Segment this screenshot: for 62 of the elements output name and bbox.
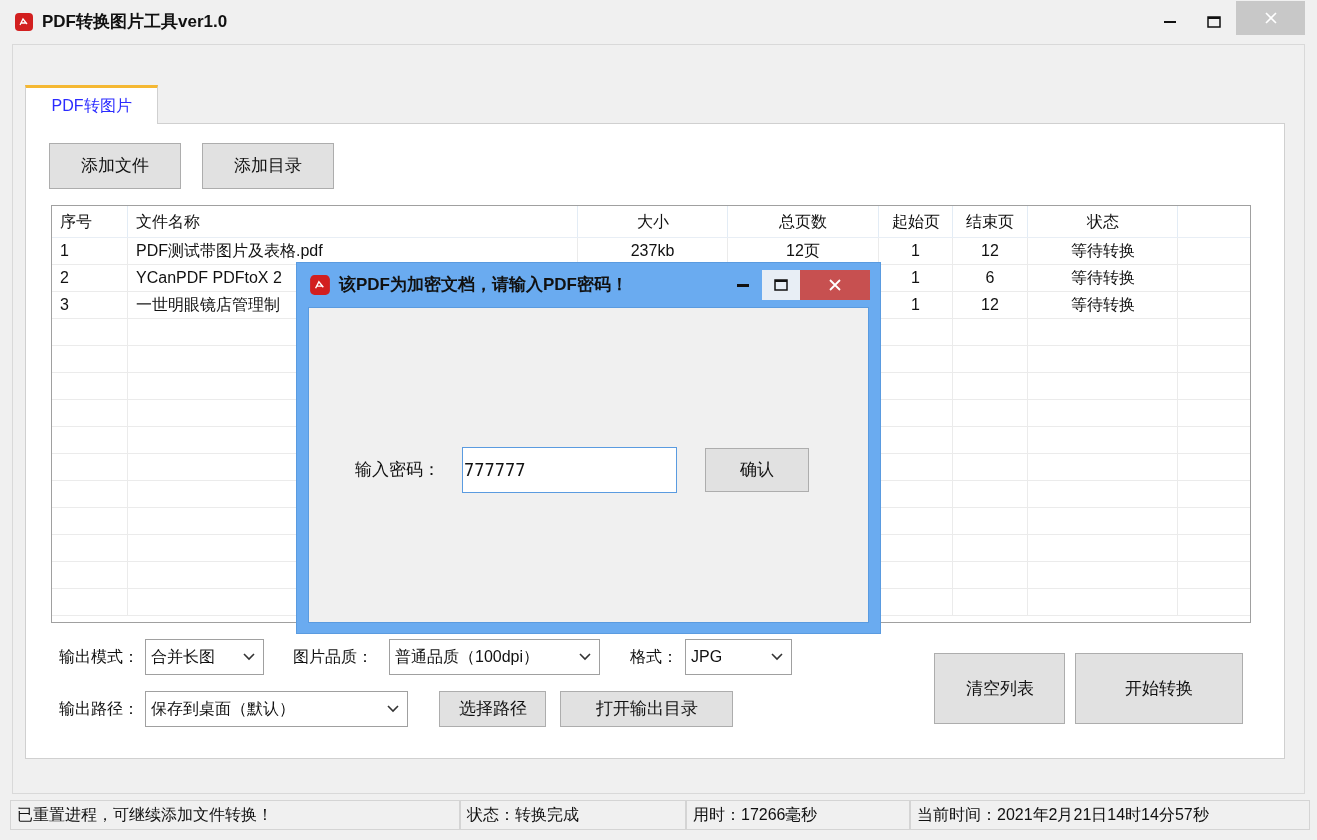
table-cell-text: 等待转换 (1070, 241, 1135, 261)
table-cell-text: 1 (911, 241, 920, 261)
maximize-button[interactable] (762, 270, 800, 300)
field-label: 输入密码： (355, 459, 441, 482)
table-cell-text: 237kb (630, 241, 675, 261)
window-title: PDF转换图片工具ver1.0 (42, 11, 228, 34)
column-header[interactable]: 起始页 (891, 209, 940, 234)
dialog-title: 该PDF为加密文档，请输入PDF密码！ (339, 274, 628, 297)
confirm-button[interactable]: 确认 (705, 448, 809, 492)
close-icon (1264, 12, 1277, 24)
table-cell-text: 1 (911, 268, 920, 288)
table-cell-text: 1 (911, 295, 920, 315)
column-header[interactable]: 大小 (636, 209, 669, 234)
field-label: 图片品质： (293, 647, 374, 667)
caret-icon (387, 705, 399, 713)
status-bar-section: 用时：17266毫秒 (686, 800, 910, 830)
maximize-icon (1207, 16, 1221, 28)
pdf-icon (309, 274, 331, 296)
table-cell-text: PDF测试带图片及表格.pdf (136, 241, 323, 261)
table-cell-text: 1 (60, 241, 69, 261)
column-header[interactable]: 状态 (1086, 209, 1119, 234)
password-field[interactable]: 777777 (462, 447, 677, 493)
table-cell-text: 6 (985, 268, 995, 288)
dropdown[interactable]: 合并长图 (145, 639, 264, 675)
table-cell-text: 12页 (786, 241, 820, 261)
table-cell-text: 12 (981, 241, 999, 261)
status-bar-section: 当前时间：2021年2月21日14时14分57秒 (910, 800, 1310, 830)
column-header[interactable]: 文件名称 (136, 209, 200, 234)
toolbar-button[interactable]: 添加目录 (202, 143, 334, 189)
dropdown[interactable]: JPG (685, 639, 792, 675)
field-label: 输出路径： (58, 699, 140, 719)
dropdown[interactable]: 保存到桌面（默认） (145, 691, 408, 727)
table-cell-text: 12 (981, 295, 999, 315)
table-cell-text: YCanPDF PDFtoX 2 (136, 268, 282, 288)
column-header[interactable]: 总页数 (779, 209, 827, 234)
pdf-icon (14, 12, 34, 32)
choose-path-button[interactable]: 选择路径 (439, 691, 546, 727)
table-cell-text: 等待转换 (1070, 268, 1135, 288)
table-cell-text: 等待转换 (1070, 295, 1135, 315)
toolbar-button[interactable]: 添加文件 (49, 143, 181, 189)
minimize-icon (737, 283, 749, 287)
field-label: 输出模式： (58, 647, 140, 667)
caret-icon (771, 653, 783, 661)
column-header[interactable]: 序号 (60, 209, 92, 234)
close-icon (829, 279, 841, 291)
table-cell-text: 3 (60, 295, 69, 315)
status-bar-section: 状态：转换完成 (460, 800, 686, 830)
column-header[interactable]: 结束页 (966, 209, 1014, 234)
tab[interactable]: PDF转图片 (25, 85, 158, 124)
open-output-button[interactable]: 打开输出目录 (560, 691, 733, 727)
status-bar-section: 已重置进程，可继续添加文件转换！ (10, 800, 460, 830)
caret-icon (579, 653, 591, 661)
caret-icon (243, 653, 255, 661)
close-button[interactable] (800, 270, 870, 300)
minimize-icon (1164, 21, 1176, 23)
action-button[interactable]: 开始转换 (1075, 653, 1243, 724)
maximize-icon (774, 279, 788, 291)
dropdown[interactable]: 普通品质（100dpi） (389, 639, 600, 675)
field-label: 格式： (630, 647, 679, 667)
action-button[interactable]: 清空列表 (934, 653, 1065, 724)
table-cell-text: 2 (60, 268, 69, 288)
table-cell-text: 一世明眼镜店管理制 (136, 295, 280, 315)
